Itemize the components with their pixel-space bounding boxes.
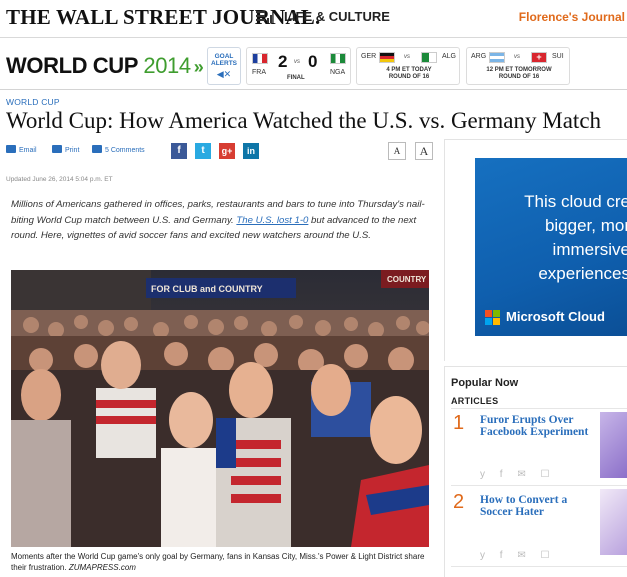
match-card-arg-sui[interactable]: ARG vs + SUI 12 PM ET TOMORROW ROUND OF … <box>466 47 570 85</box>
match-card-fra-nga[interactable]: FRA 2 vs 0 NGA FINAL <box>246 47 351 85</box>
match-round: ROUND OF 16 <box>498 74 540 80</box>
nigeria-flag-icon <box>330 53 346 64</box>
team-away: NGA <box>330 69 346 76</box>
divider <box>451 408 627 409</box>
comments-label: 5 Comments <box>105 147 145 154</box>
section-title[interactable]: LIFE & CULTURE <box>284 9 390 24</box>
team-away: SUI <box>552 53 564 60</box>
popular-now-panel: Popular Now ARTICLES 1 Furor Erupts Over… <box>444 366 627 577</box>
font-size-smaller-button[interactable]: A <box>388 142 406 160</box>
twitter-share-icon[interactable]: t <box>195 143 211 159</box>
print-button[interactable]: Print <box>52 145 79 154</box>
article-photo[interactable]: FOR CLUB and COUNTRY COUNTRY <box>11 270 429 547</box>
updated-timestamp: Updated June 26, 2014 5:04 p.m. ET <box>6 176 113 183</box>
popular-article-1-thumbnail[interactable] <box>600 412 627 478</box>
worldcup-scoreboard: WORLD CUP 2014» GOAL ALERTS ◀✕ FRA 2 vs … <box>0 44 627 90</box>
popular-article-1-share-icons[interactable]: y f ✉ ☐ <box>480 469 555 480</box>
worldcup-title: WORLD CUP <box>6 53 138 78</box>
article-dek: Millions of Americans gathered in office… <box>11 197 431 244</box>
popular-article-2-link[interactable]: How to Convert a Soccer Hater <box>480 494 592 518</box>
user-journal-link[interactable]: Florence's Journal <box>519 10 625 24</box>
popular-article-1-link[interactable]: Furor Erupts Over Facebook Experiment <box>480 414 592 438</box>
argentina-flag-icon <box>489 52 505 63</box>
popular-article-2-thumbnail[interactable] <box>600 489 627 555</box>
microsoft-cloud-ad[interactable]: This cloud cre bigger, mor immersive exp… <box>475 158 627 336</box>
comment-icon <box>92 145 102 153</box>
email-label: Email <box>19 147 37 154</box>
photo-sign-right-text: COUNTRY <box>387 275 427 284</box>
tab-articles[interactable]: ARTICLES <box>451 396 498 406</box>
goal-alerts-button[interactable]: GOAL ALERTS ◀✕ <box>207 47 241 85</box>
match-time: 4 PM ET TODAY <box>386 67 432 73</box>
wsj-logo[interactable]: THE WALL STREET JOURNAL. <box>6 5 320 30</box>
article-kicker[interactable]: WORLD CUP <box>6 97 60 107</box>
print-label: Print <box>65 147 80 154</box>
algeria-flag-icon <box>421 52 437 63</box>
score-away: 0 <box>308 52 318 71</box>
popular-article-2-share-icons[interactable]: y f ✉ ☐ <box>480 550 555 561</box>
team-home: GER <box>361 53 377 60</box>
worldcup-title-link[interactable]: WORLD CUP 2014» <box>6 53 204 79</box>
ad-brand: Microsoft Cloud <box>506 309 605 324</box>
font-size-larger-button[interactable]: A <box>415 142 433 160</box>
masthead: THE WALL STREET JOURNAL. LIFE & CULTURE … <box>0 0 627 38</box>
crowd-photo-illustration: FOR CLUB and COUNTRY COUNTRY <box>11 270 429 547</box>
speaker-off-icon: ◀✕ <box>216 69 232 79</box>
sidebar-ad[interactable]: This cloud cre bigger, mor immersive exp… <box>444 139 627 361</box>
team-home: ARG <box>471 53 487 60</box>
chevron-right-icon: » <box>193 57 204 77</box>
popular-now-title: Popular Now <box>451 377 519 389</box>
photo-caption: Moments after the World Cup game's only … <box>11 551 429 573</box>
match-vs: vs <box>294 59 300 65</box>
ad-line-4: experiences <box>538 264 627 283</box>
linkedin-share-icon[interactable]: in <box>243 143 259 159</box>
match-vs: vs <box>514 54 520 60</box>
ad-line-1: This cloud cre <box>524 192 627 211</box>
envelope-icon <box>6 145 16 153</box>
photo-sign-text: FOR CLUB and COUNTRY <box>151 284 263 294</box>
printer-icon <box>52 145 62 153</box>
ad-line-3: immersive <box>552 240 627 259</box>
divider <box>451 485 627 486</box>
match-vs: vs <box>404 54 410 60</box>
facebook-share-icon[interactable]: f <box>171 143 187 159</box>
match-round: ROUND OF 16 <box>388 74 430 80</box>
section-menu-icon[interactable] <box>256 9 273 25</box>
divider <box>451 566 627 567</box>
switzerland-flag-icon: + <box>531 52 547 63</box>
photo-credit: ZUMAPRESS.com <box>68 563 136 572</box>
article-headline: World Cup: How America Watched the U.S. … <box>6 108 602 133</box>
dek-link[interactable]: The U.S. lost 1-0 <box>236 215 308 226</box>
popular-rank-1: 1 <box>453 412 465 434</box>
france-flag-icon <box>252 53 268 64</box>
goal-alerts-label: GOAL ALERTS <box>211 53 237 67</box>
match-card-ger-alg[interactable]: GER vs ALG 4 PM ET TODAY ROUND OF 16 <box>356 47 460 85</box>
microsoft-logo-icon <box>485 310 500 325</box>
match-time: 12 PM ET TOMORROW <box>486 67 552 73</box>
googleplus-share-icon[interactable]: g+ <box>219 143 235 159</box>
team-home: FRA <box>252 69 266 76</box>
email-button[interactable]: Email <box>6 145 37 154</box>
match-status: FINAL <box>287 75 305 81</box>
article-toolbar: Email Print 5 Comments f t g+ in A A <box>6 142 436 162</box>
score-home: 2 <box>278 52 288 71</box>
comments-button[interactable]: 5 Comments <box>92 145 145 154</box>
popular-rank-2: 2 <box>453 491 465 513</box>
ad-line-2: bigger, mor <box>544 216 627 235</box>
team-away: ALG <box>442 53 457 60</box>
germany-flag-icon <box>379 52 395 63</box>
worldcup-year: 2014 <box>143 53 191 78</box>
